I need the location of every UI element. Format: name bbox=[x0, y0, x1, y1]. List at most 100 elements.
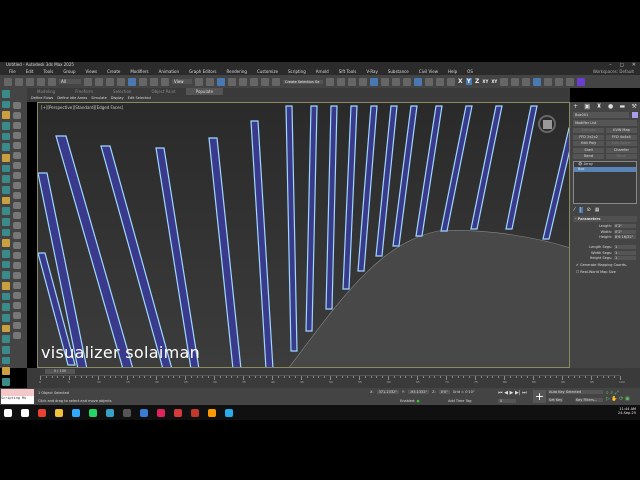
box-pillar[interactable] bbox=[542, 127, 570, 240]
mirror-icon[interactable] bbox=[326, 77, 334, 86]
left-tool-icon[interactable] bbox=[2, 154, 10, 162]
unlink-icon[interactable] bbox=[37, 77, 45, 86]
chrome-icon[interactable] bbox=[38, 408, 46, 417]
ribbon-tool-display[interactable]: Display bbox=[109, 95, 126, 102]
percent-snap-icon[interactable] bbox=[250, 77, 258, 86]
display-tab-icon[interactable]: ▬ bbox=[620, 103, 626, 110]
motion-tab-icon[interactable]: ● bbox=[608, 103, 613, 110]
box-pillar[interactable] bbox=[342, 105, 358, 290]
left-tool-icon[interactable] bbox=[2, 122, 10, 130]
axis-xy-button[interactable]: XY bbox=[482, 79, 488, 84]
modify-tab-icon[interactable]: ▣ bbox=[584, 103, 591, 110]
param-spinner[interactable]: 8'6 16/32" bbox=[614, 235, 636, 239]
ribbon-tool-edit-selected[interactable]: Edit Selected bbox=[126, 95, 153, 102]
scene-explorer-icon[interactable] bbox=[348, 77, 356, 86]
left-tool-icon[interactable] bbox=[13, 322, 21, 329]
snap-icon[interactable] bbox=[228, 77, 236, 86]
param-spinner[interactable]: 1 bbox=[614, 256, 636, 260]
ribbon-toggle-icon[interactable] bbox=[370, 77, 378, 86]
named-selection-input[interactable]: Create Selection Se bbox=[283, 79, 323, 84]
align-left-icon[interactable] bbox=[500, 77, 509, 86]
utilities-tab-icon[interactable]: ⚒ bbox=[631, 103, 636, 110]
box-pillar[interactable] bbox=[250, 120, 274, 368]
illustrator-icon[interactable] bbox=[208, 408, 216, 417]
box-pillar[interactable] bbox=[285, 105, 298, 352]
edit-named-selection-icon[interactable] bbox=[272, 77, 280, 86]
profile-icon[interactable] bbox=[577, 77, 586, 86]
palette-icon[interactable] bbox=[555, 77, 564, 86]
render-setup-icon[interactable] bbox=[425, 77, 433, 86]
app-pink-icon[interactable] bbox=[157, 408, 165, 417]
modifier-button-chamfer[interactable]: Chamfer bbox=[605, 147, 637, 153]
perspective-viewport[interactable]: [+][Perspective][Standard][Edged Faces] … bbox=[37, 102, 570, 368]
align-right-icon[interactable] bbox=[522, 77, 531, 86]
z-coord-field[interactable]: 0'0" bbox=[438, 390, 450, 394]
box-pillar[interactable] bbox=[208, 137, 242, 368]
axis-y-button[interactable]: Y bbox=[465, 78, 472, 85]
ribbon-tab-populate[interactable]: Populate bbox=[185, 88, 224, 95]
box-pillar[interactable] bbox=[415, 105, 443, 237]
box-pillar[interactable] bbox=[325, 105, 338, 310]
app-red-icon[interactable] bbox=[174, 408, 182, 417]
key-mode-plus-icon[interactable]: + bbox=[533, 390, 546, 403]
menu-os[interactable]: OS bbox=[462, 68, 478, 75]
adaptive-degradation[interactable]: Enabled: ● bbox=[400, 399, 420, 403]
box-pillar[interactable] bbox=[505, 105, 538, 230]
left-tool-icon[interactable] bbox=[2, 90, 10, 98]
rect-selection-icon[interactable] bbox=[106, 77, 114, 86]
show-end-result-icon[interactable]: | bbox=[578, 207, 583, 213]
rotate-icon[interactable] bbox=[139, 77, 147, 86]
rendered-frame-icon[interactable] bbox=[436, 77, 444, 86]
menu-animation[interactable]: Animation bbox=[154, 68, 184, 75]
left-tool-icon[interactable] bbox=[2, 143, 10, 152]
menu-create[interactable]: Create bbox=[102, 68, 125, 75]
left-tool-icon[interactable] bbox=[13, 192, 21, 199]
add-time-tag[interactable]: Add Time Tag bbox=[448, 399, 472, 403]
viewcube-icon[interactable] bbox=[538, 115, 556, 133]
left-tool-icon[interactable] bbox=[13, 292, 21, 299]
left-tool-icon[interactable] bbox=[13, 142, 21, 149]
box-pillar[interactable] bbox=[375, 105, 398, 257]
menu-substance[interactable]: Substance bbox=[383, 68, 414, 75]
plugin-icon[interactable] bbox=[566, 77, 575, 86]
left-tool-icon[interactable] bbox=[13, 312, 21, 319]
menu-edit[interactable]: Edit bbox=[21, 68, 39, 75]
move-icon[interactable] bbox=[128, 77, 136, 86]
modifier-button-ffd-2x2x2[interactable]: FFD 2x2x2 bbox=[573, 134, 605, 140]
left-tool-icon[interactable] bbox=[13, 202, 21, 209]
box-pillar[interactable] bbox=[440, 105, 473, 232]
ribbon-tool-define-flows[interactable]: Define Flows bbox=[29, 95, 55, 102]
left-tool-icon[interactable] bbox=[2, 132, 10, 141]
y-coord-field[interactable]: -93.1332" bbox=[407, 390, 430, 394]
left-tool-icon[interactable] bbox=[13, 212, 21, 219]
3ds-max-icon[interactable] bbox=[106, 408, 114, 417]
workspace-dropdown[interactable]: Workspaces: Default bbox=[593, 68, 634, 75]
align-icon[interactable] bbox=[337, 77, 345, 86]
object-name-field[interactable]: Box001 bbox=[573, 112, 629, 118]
ribbon-tab-modeling[interactable]: Modeling bbox=[27, 88, 65, 95]
whatsapp-icon[interactable] bbox=[89, 408, 97, 417]
track-bar[interactable]: 0 5 10 15 20 25 30 35 40 45 50 55 60 65 70 75 80 85 90 95 10… bbox=[39, 375, 625, 387]
modifier-button-edit-spline[interactable]: Edit Spline bbox=[605, 141, 637, 146]
set-key-button[interactable]: Set Key bbox=[548, 398, 564, 402]
menu-modifiers[interactable]: Modifiers bbox=[125, 68, 153, 75]
menu-customize[interactable]: Customize bbox=[252, 68, 283, 75]
left-tool-icon[interactable] bbox=[2, 175, 10, 184]
box-pillar[interactable] bbox=[305, 105, 318, 332]
menu-scripting[interactable]: Scripting bbox=[283, 68, 311, 75]
reference-coord-dropdown[interactable]: View bbox=[172, 79, 192, 84]
menu-group[interactable]: Group bbox=[58, 68, 80, 75]
left-tool-icon[interactable] bbox=[2, 196, 10, 205]
left-tool-icon[interactable] bbox=[2, 314, 10, 322]
left-tool-icon[interactable] bbox=[2, 111, 10, 120]
modifier-button-edit-poly[interactable]: Edit Poly bbox=[573, 141, 605, 146]
menu-rendering[interactable]: Rendering bbox=[222, 68, 252, 75]
param-spinner[interactable]: 1 bbox=[614, 250, 636, 255]
layer-explorer-icon[interactable] bbox=[359, 77, 367, 86]
file-explorer-icon[interactable] bbox=[55, 408, 63, 417]
ribbon-tab-object-paint[interactable]: Object Paint bbox=[141, 88, 185, 95]
stack-item-box[interactable]: Box bbox=[574, 167, 636, 172]
left-tool-icon[interactable] bbox=[13, 162, 21, 169]
vray-icon[interactable] bbox=[414, 77, 422, 86]
menu-civil-view[interactable]: Civil View bbox=[414, 68, 443, 75]
